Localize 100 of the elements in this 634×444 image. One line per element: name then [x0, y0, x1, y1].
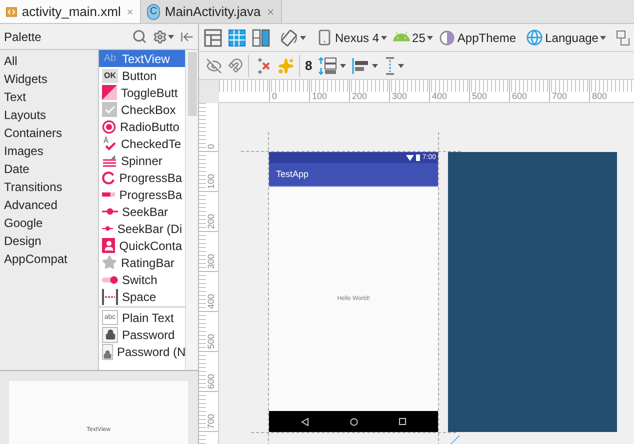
editor-tab[interactable]: activity_main.xml: [0, 0, 141, 23]
scrollbar-thumb[interactable]: [188, 52, 196, 116]
toggle-icon: [102, 85, 117, 100]
palette-category[interactable]: Date: [0, 160, 98, 178]
magnet-icon: [228, 58, 243, 73]
palette-category[interactable]: All: [0, 52, 98, 70]
split-layout-icon: [252, 28, 270, 46]
switch-icon: [102, 276, 118, 284]
editor-tab[interactable]: C MainActivity.java: [141, 0, 282, 23]
palette-category[interactable]: Widgets: [0, 70, 98, 88]
align-icon: [352, 56, 370, 74]
checked-text-icon: [102, 136, 117, 151]
ruler-label: 0: [269, 80, 309, 102]
progress-bar-icon: [102, 192, 116, 197]
default-margin-button[interactable]: 8: [302, 54, 316, 78]
widget-item[interactable]: ProgressBa: [99, 169, 185, 186]
seekbar-icon: [102, 225, 114, 232]
ruler-label: 300: [207, 254, 216, 269]
ruler-label: 300: [389, 80, 429, 102]
widget-item[interactable]: ProgressBa: [99, 186, 185, 203]
eye-off-icon: [206, 58, 222, 74]
widget-item[interactable]: QuickConta: [99, 237, 185, 254]
language-selector[interactable]: Language: [523, 26, 610, 50]
widget-item[interactable]: Switch: [99, 271, 185, 288]
caret-icon: [427, 36, 434, 40]
lock-icon: [102, 326, 118, 342]
grid-icon: [228, 28, 246, 46]
theme-selector[interactable]: AppTheme: [436, 26, 520, 50]
widget-item[interactable]: OK Button: [99, 67, 185, 84]
theme-icon: [439, 30, 456, 46]
widget-item[interactable]: RadioButto: [99, 118, 185, 135]
widget-item[interactable]: Password (N: [99, 343, 185, 360]
caret-icon: [398, 64, 404, 68]
ruler-label: 100: [309, 80, 349, 102]
caret-icon: [168, 34, 174, 38]
wifi-icon: [406, 154, 414, 160]
lock-number-icon: [102, 344, 113, 360]
palette-category[interactable]: Layouts: [0, 106, 98, 124]
palette-category[interactable]: Transitions: [0, 178, 98, 196]
seekbar-icon: [102, 208, 118, 215]
circular-progress-icon: [102, 170, 116, 185]
palette-category[interactable]: Google: [0, 214, 98, 232]
home-icon[interactable]: [350, 418, 358, 426]
ruler-label: 800: [589, 80, 629, 102]
widget-item[interactable]: RatingBar: [99, 254, 185, 271]
ruler-label: 0: [207, 144, 216, 149]
caret-icon: [381, 36, 388, 40]
settings-icon: [153, 30, 167, 44]
ruler-label: 200: [207, 214, 216, 229]
caret-icon: [600, 36, 606, 40]
widget-item[interactable]: SeekBar (Di: [99, 220, 185, 237]
palette-category[interactable]: Advanced: [0, 196, 98, 214]
ruler-label: 100: [207, 174, 216, 189]
back-icon[interactable]: [301, 418, 310, 426]
ruler-label: 400: [207, 294, 216, 309]
layout-variants-icon: [616, 30, 630, 46]
caret-icon: [300, 36, 306, 40]
widget-item[interactable]: Password: [99, 326, 185, 343]
contact-icon: [102, 238, 116, 253]
ruler-label: 200: [349, 80, 389, 102]
widget-item[interactable]: ToggleButt: [99, 84, 185, 101]
palette-category[interactable]: AppCompat: [0, 250, 98, 268]
search-icon[interactable]: [132, 29, 147, 44]
recents-icon[interactable]: [398, 418, 406, 425]
ruler-label: 700: [549, 80, 589, 102]
widget-item[interactable]: CheckedTe: [99, 135, 185, 152]
palette-category[interactable]: Containers: [0, 124, 98, 142]
palette-category[interactable]: Design: [0, 232, 98, 250]
collapse-icon[interactable]: [180, 30, 194, 44]
layout-icon: [204, 28, 222, 46]
api-level-selector[interactable]: 25: [390, 26, 436, 50]
widget-item[interactable]: Space: [99, 288, 185, 305]
space-icon: [102, 288, 118, 304]
spinner-icon: [102, 154, 117, 168]
device-selector[interactable]: Nexus 4: [313, 26, 390, 50]
widget-item[interactable]: Ab TextView: [99, 50, 185, 67]
palette-category[interactable]: Text: [0, 88, 98, 106]
widget-item[interactable]: Spinner: [99, 152, 185, 169]
ruler-label: 400: [429, 80, 469, 102]
phone-icon: [316, 29, 333, 46]
widget-item[interactable]: CheckBox: [99, 101, 185, 118]
pack-icon: [318, 56, 338, 74]
caret-icon: [372, 64, 378, 68]
palette-category[interactable]: Images: [0, 142, 98, 160]
resize-handle-icon[interactable]: [451, 435, 460, 444]
ruler-label: 700: [207, 414, 216, 429]
checkbox-icon: [102, 102, 117, 117]
settings-button[interactable]: [153, 30, 174, 44]
ruler-label: 500: [207, 334, 216, 349]
radio-icon: [102, 120, 116, 134]
widget-item[interactable]: SeekBar: [99, 203, 185, 220]
tab-label: activity_main.xml: [22, 2, 121, 21]
ruler-label: 600: [509, 80, 549, 102]
sparkle-icon: [278, 58, 294, 74]
palette-title: Palette: [4, 28, 42, 46]
rotate-icon: [280, 28, 298, 46]
globe-icon: [526, 29, 544, 46]
tab-label: MainActivity.java: [164, 2, 261, 21]
text-glyph-icon: Ab: [102, 54, 118, 64]
ruler-label: 600: [207, 374, 216, 389]
